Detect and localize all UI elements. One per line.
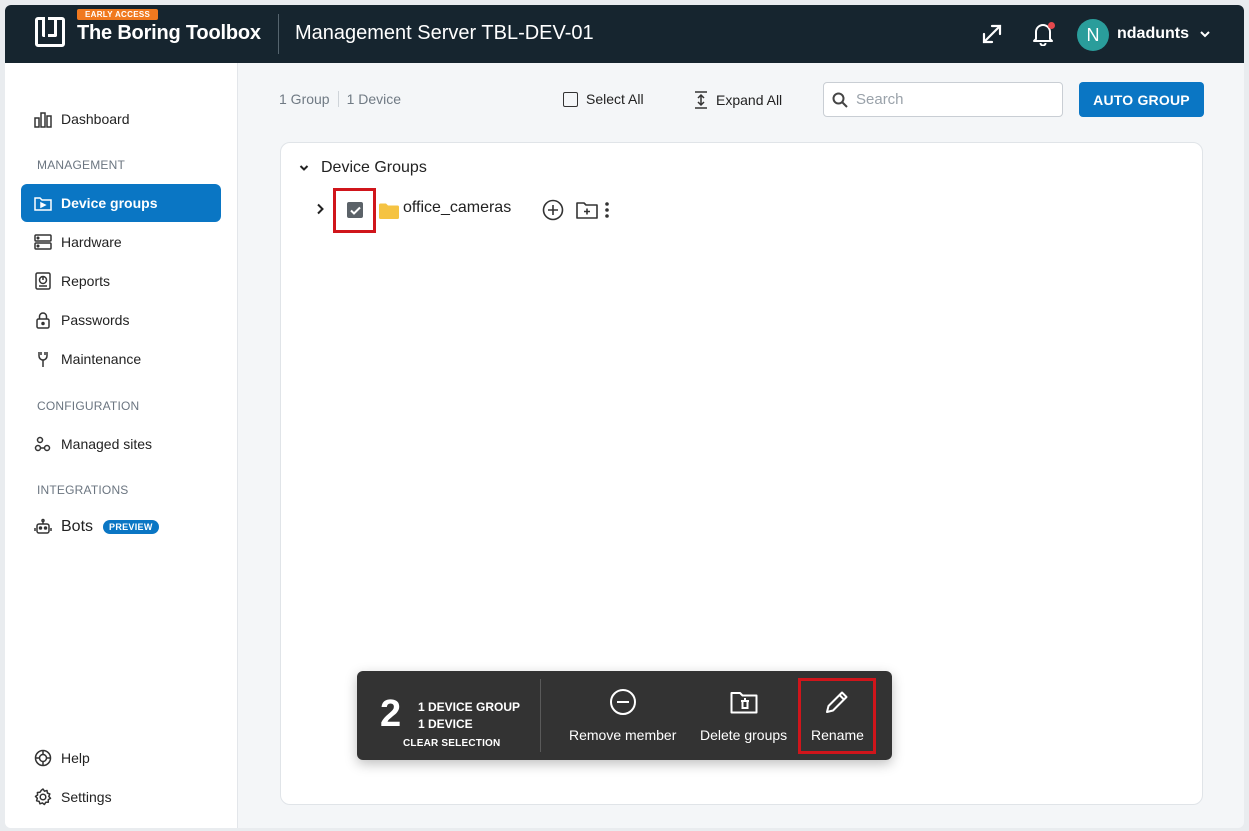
sidebar-item-label: Bots [61,518,94,535]
count-divider [337,91,339,107]
auto-group-button[interactable]: AUTO GROUP [1079,82,1204,117]
select-all-checkbox[interactable] [563,91,578,107]
search-field[interactable] [823,82,1063,117]
group-count: 1 Group [279,91,330,107]
sidebar-item-device-groups[interactable]: Device groups [21,184,221,222]
minus-circle-icon [609,685,637,719]
search-input[interactable] [856,91,1046,108]
username[interactable]: ndadunts [1117,25,1189,43]
app-window: EARLY ACCESS The Boring Toolbox Manageme… [5,5,1244,828]
section-label-integrations: INTEGRATIONS [37,483,129,497]
remove-member-label: Remove member [569,727,677,743]
sidebar-item-label: Passwords [61,312,130,328]
sidebar-item-help[interactable]: Help [21,739,221,777]
sidebar-item-passwords[interactable]: Passwords [21,301,221,339]
device-count: 1 Device [346,91,402,107]
search-icon [832,92,848,108]
sidebar-item-label: Dashboard [61,111,130,127]
device-folder-icon [33,193,53,213]
sites-network-icon [33,434,53,454]
delete-groups-button[interactable]: Delete groups [700,685,787,743]
notification-bell-icon[interactable] [1030,21,1056,47]
folder-delete-icon [730,685,758,719]
expand-arrows-icon[interactable] [979,21,1005,47]
add-circle-icon[interactable] [541,198,565,222]
top-bar: EARLY ACCESS The Boring Toolbox Manageme… [5,5,1244,63]
sidebar-item-hardware[interactable]: Hardware [21,223,221,261]
bar-chart-icon [33,109,53,129]
sidebar-item-label: Managed sites [61,436,153,452]
wrench-icon [33,349,53,369]
sidebar-item-settings[interactable]: Settings [21,778,221,816]
sidebar-item-label: Help [61,750,90,766]
sidebar-item-maintenance[interactable]: Maintenance [21,340,221,378]
tree-root[interactable]: Device Groups [299,159,427,177]
server-title: Management Server TBL-DEV-01 [295,22,594,44]
sidebar-item-managed-sites[interactable]: Managed sites [21,425,221,463]
remove-member-button[interactable]: Remove member [569,685,676,743]
sidebar-item-bots[interactable]: Bots PREVIEW [21,508,221,546]
sidebar-item-label: Device groups [61,195,158,211]
sidebar-item-label: Maintenance [61,351,142,367]
sidebar-item-label: Hardware [61,234,122,250]
summary-counts: 1 Group 1 Device [279,91,401,107]
more-vertical-icon[interactable] [595,198,619,222]
action-bar-divider [540,679,541,752]
header-divider [278,14,279,54]
sidebar-item-dashboard[interactable]: Dashboard [21,100,221,138]
robot-icon [33,517,53,537]
chevron-down-icon[interactable] [299,163,309,173]
brand-name[interactable]: The Boring Toolbox [77,22,261,45]
expand-all-button[interactable]: Expand All [694,91,782,109]
lock-icon [33,310,53,330]
gear-icon [33,787,53,807]
clear-selection-button[interactable]: CLEAR SELECTION [403,738,500,749]
sidebar: Dashboard MANAGEMENT Device groups Hardw… [5,63,238,828]
logo-icon [35,17,65,47]
expand-vertical-icon [694,91,708,109]
selection-summary-groups: 1 DEVICE GROUP [418,700,521,714]
avatar[interactable]: N [1077,19,1109,51]
group-checkbox[interactable] [347,202,363,218]
delete-groups-label: Delete groups [700,727,788,743]
early-access-badge: EARLY ACCESS [77,9,159,20]
selection-action-bar: 2 1 DEVICE GROUP 1 DEVICE CLEAR SELECTIO… [357,671,892,760]
folder-icon [379,203,399,224]
section-label-configuration: CONFIGURATION [37,399,140,413]
report-icon [33,271,53,291]
notification-dot [1048,22,1055,29]
tree-row-group[interactable]: office_cameras [315,188,655,233]
group-name[interactable]: office_cameras [403,199,511,217]
preview-badge: PREVIEW [103,520,159,534]
sidebar-item-reports[interactable]: Reports [21,262,221,300]
chevron-right-icon[interactable] [315,203,325,215]
highlight-box [798,678,876,754]
sidebar-item-label: Reports [61,273,111,289]
selection-count: 2 [380,693,402,735]
select-all-label: Select All [586,91,644,107]
help-lifebuoy-icon [33,748,53,768]
select-all-button[interactable]: Select All [563,91,644,107]
server-icon [33,232,53,252]
chevron-down-icon[interactable] [1199,27,1211,45]
selection-summary-devices: 1 DEVICE [418,717,473,731]
expand-all-label: Expand All [716,92,783,108]
tree-root-label: Device Groups [321,159,427,176]
section-label-management: MANAGEMENT [37,158,126,172]
sidebar-item-label: Settings [61,789,112,805]
